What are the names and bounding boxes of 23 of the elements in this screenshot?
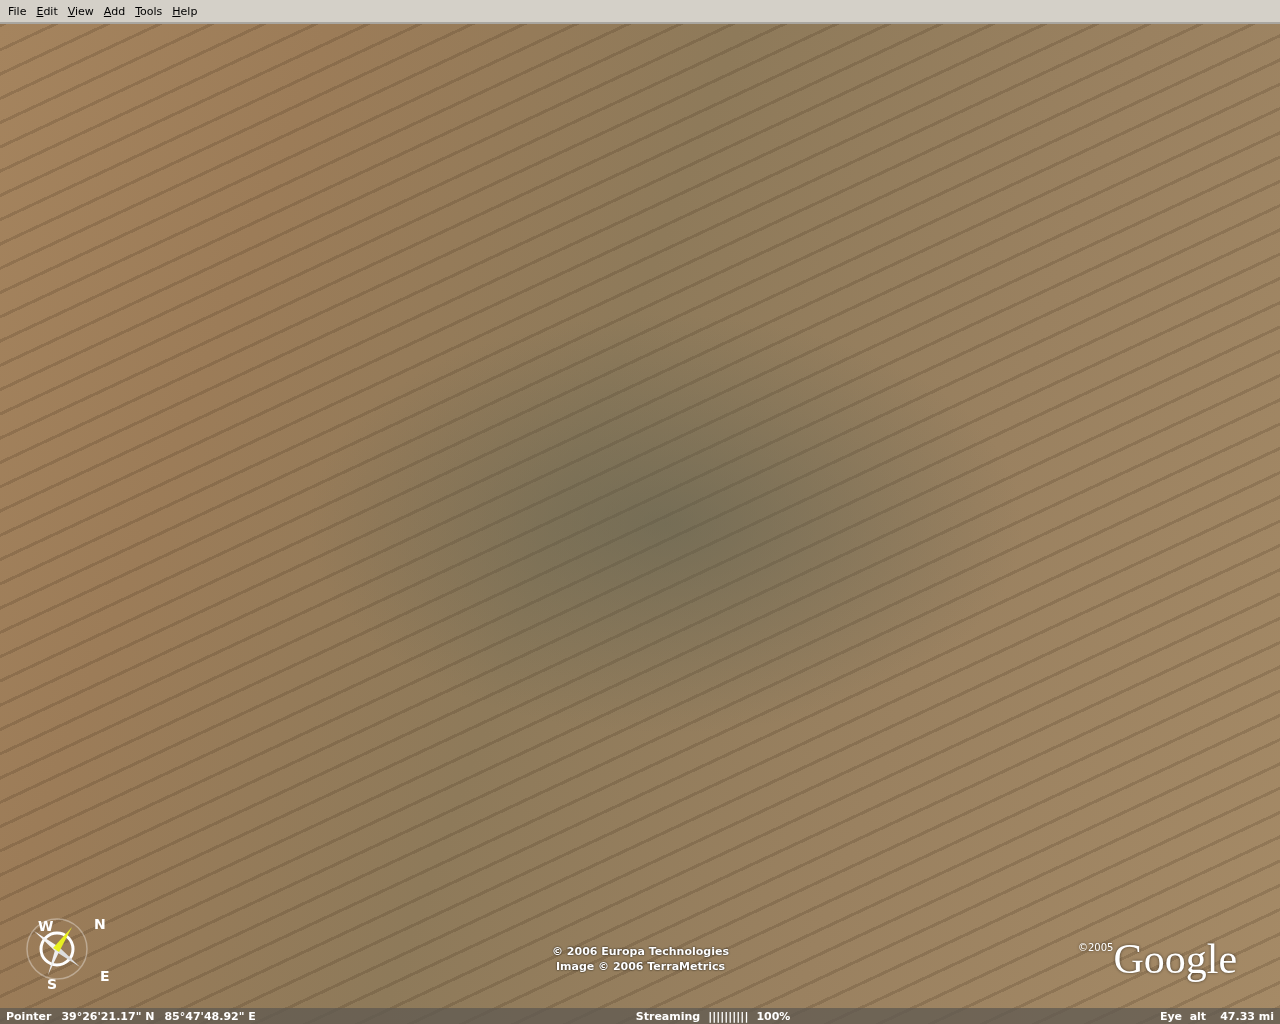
latitude-text: 39°26'21.17" N — [61, 1009, 155, 1023]
compass-south-label: S — [47, 976, 58, 992]
menu-item[interactable]: File — [4, 4, 31, 18]
attribution-text: © 2006 Europa Technologies — [552, 944, 729, 959]
streaming-bars: |||||||||| — [708, 1009, 749, 1023]
logo-copyright: ©2005 — [1078, 942, 1114, 953]
attribution-text: Image © 2006 TerraMetrics — [555, 959, 726, 974]
menu-item[interactable]: Add — [99, 4, 130, 18]
menu-item[interactable]: Tools — [131, 4, 167, 18]
pointer-label: Pointer — [6, 1009, 52, 1023]
menu-item[interactable]: View — [63, 4, 98, 18]
eye-altitude-label: Eye alt — [1159, 1009, 1207, 1023]
menu-item[interactable]: Help — [168, 4, 202, 18]
compass-north-label: N — [94, 916, 106, 932]
compass-west-label: W — [38, 918, 54, 934]
compass-east-label: E — [100, 968, 110, 984]
compass-rose-drawing[interactable] — [26, 918, 88, 980]
streaming-label: Streaming — [635, 1009, 701, 1023]
eye-altitude-value: 47.33 mi — [1220, 1009, 1274, 1023]
streaming-percent: 100% — [756, 1009, 791, 1023]
longitude-text: 85°47'48.92" E — [164, 1009, 256, 1023]
menu-item[interactable]: Edit — [32, 4, 62, 18]
logo-wordmark: Google — [1113, 936, 1238, 982]
